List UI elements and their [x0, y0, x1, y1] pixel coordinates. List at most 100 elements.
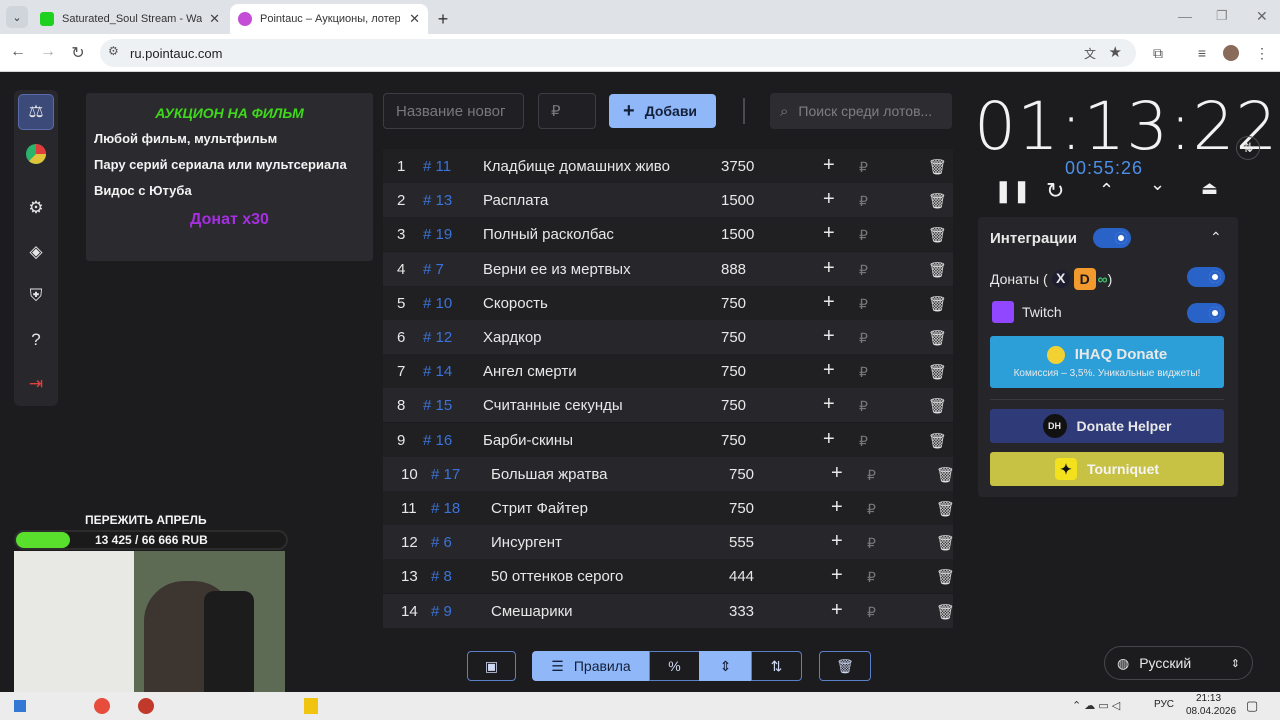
pause-icon[interactable]: ❚❚	[994, 178, 1031, 204]
lot-name[interactable]: Ангел смерти	[483, 363, 577, 380]
save-button[interactable]: ▣	[467, 651, 516, 681]
add-to-lot-icon[interactable]: +	[823, 188, 835, 211]
delete-lot-icon[interactable]: 🗑	[936, 534, 955, 552]
lot-name[interactable]: Барби-скины	[483, 432, 573, 449]
tourniquet-button[interactable]: ✦ Tourniquet	[990, 452, 1224, 486]
settings-gear-icon[interactable]: ⚙	[18, 190, 54, 226]
add-time-icon[interactable]: ⌃	[1099, 180, 1114, 201]
reading-list-icon[interactable]: ≡	[1194, 45, 1210, 61]
lot-name[interactable]: Скорость	[483, 295, 548, 312]
delete-lot-icon[interactable]: 🗑	[928, 329, 947, 347]
lot-amount-input[interactable]: ₽	[538, 93, 596, 129]
delete-lot-icon[interactable]: 🗑	[928, 192, 947, 210]
add-to-lot-icon[interactable]: +	[831, 599, 843, 622]
clock-time[interactable]: 21:13	[1196, 693, 1221, 704]
lot-name[interactable]: Смешарики	[491, 603, 573, 620]
language-select[interactable]: ◍ Русский ⇕	[1104, 646, 1253, 680]
wheel-pie-icon[interactable]	[18, 136, 54, 172]
donate-helper-button[interactable]: DH Donate Helper	[990, 409, 1224, 443]
add-to-lot-icon[interactable]: +	[831, 564, 843, 587]
donations-toggle[interactable]	[1187, 267, 1225, 287]
delete-lot-icon[interactable]: 🗑	[928, 261, 947, 279]
help-icon[interactable]: ?	[18, 322, 54, 358]
extensions-icon[interactable]: ⧉	[1150, 45, 1166, 61]
swap-icon[interactable]: ⇅	[1236, 136, 1260, 160]
lot-name[interactable]: Считанные секунды	[483, 397, 623, 414]
browser-tab-1[interactable]: Saturated_Soul Stream - Watch ✕	[32, 4, 228, 34]
lot-name[interactable]: Стрит Файтер	[491, 500, 588, 517]
compress-button[interactable]: ⇕	[699, 651, 752, 681]
delete-lot-icon[interactable]: 🗑	[936, 500, 955, 518]
forward-icon[interactable]: →	[38, 43, 58, 61]
url-field[interactable]: ⚙ ru.pointauc.com 文 ★	[100, 39, 1136, 67]
opera-taskbar-icon[interactable]	[138, 698, 154, 714]
layers-icon[interactable]: ◈	[18, 234, 54, 270]
add-to-lot-icon[interactable]: +	[823, 325, 835, 348]
add-to-lot-icon[interactable]: +	[823, 154, 835, 177]
lot-name-input[interactable]: Название новог	[383, 93, 524, 129]
add-to-lot-icon[interactable]: +	[823, 222, 835, 245]
close-tab-icon[interactable]: ✕	[203, 11, 220, 27]
add-lot-button[interactable]: + Добави	[609, 94, 716, 128]
logout-icon[interactable]: ⇥	[18, 366, 54, 402]
add-to-lot-icon[interactable]: +	[823, 428, 835, 451]
notifications-icon[interactable]: ▢	[1246, 698, 1258, 714]
lot-name[interactable]: Хардкор	[483, 329, 542, 346]
new-tab-button[interactable]: +	[432, 4, 454, 34]
delete-lot-icon[interactable]: 🗑	[928, 432, 947, 450]
lot-name[interactable]: 50 оттенков серого	[491, 568, 623, 585]
tab-list-button[interactable]: ⌄	[6, 6, 28, 28]
lot-name[interactable]: Кладбище домашних живо	[483, 158, 670, 175]
lot-name[interactable]: Расплата	[483, 192, 548, 209]
add-to-lot-icon[interactable]: +	[831, 496, 843, 519]
add-to-lot-icon[interactable]: +	[831, 530, 843, 553]
delete-lot-icon[interactable]: 🗑	[936, 603, 955, 621]
lot-name[interactable]: Инсургент	[491, 534, 562, 551]
profile-avatar[interactable]	[1223, 45, 1239, 61]
delete-lot-icon[interactable]: 🗑	[936, 568, 955, 586]
restore-icon[interactable]: ❐	[1216, 8, 1228, 24]
percent-button[interactable]: %	[649, 651, 700, 681]
add-to-lot-icon[interactable]: +	[823, 393, 835, 416]
delete-lot-icon[interactable]: 🗑	[928, 363, 947, 381]
delete-lot-icon[interactable]: 🗑	[928, 295, 947, 313]
lot-name[interactable]: Верни ее из мертвых	[483, 261, 631, 278]
twitch-toggle[interactable]	[1187, 303, 1225, 323]
chrome-taskbar-icon[interactable]	[94, 698, 110, 714]
rules-button[interactable]: ☰ Правила	[532, 651, 650, 681]
clear-all-button[interactable]: 🗑	[819, 651, 871, 681]
site-info-icon[interactable]: ⚙	[108, 44, 119, 58]
close-window-icon[interactable]: ✕	[1256, 8, 1268, 25]
delete-lot-icon[interactable]: 🗑	[928, 158, 947, 176]
ihaq-donate-button[interactable]: IHAQ Donate Комиссия – 3,5%. Уникальные …	[990, 336, 1224, 388]
collapse-icon[interactable]: ⌃	[1210, 229, 1222, 246]
add-to-lot-icon[interactable]: +	[823, 291, 835, 314]
translate-icon[interactable]: 文	[1084, 45, 1096, 62]
start-icon[interactable]	[14, 700, 26, 712]
auction-gavel-icon[interactable]: ⚖	[18, 94, 54, 130]
lot-search-input[interactable]: ⌕ Поиск среди лотов...	[770, 93, 952, 129]
app-taskbar-icon[interactable]	[304, 698, 318, 714]
keyboard-language[interactable]: РУС	[1154, 699, 1174, 710]
menu-icon[interactable]: ⋮	[1254, 45, 1270, 61]
sort-button[interactable]: ⇅	[751, 651, 802, 681]
close-tab-icon[interactable]: ✕	[403, 11, 420, 27]
add-to-lot-icon[interactable]: +	[831, 462, 843, 485]
back-icon[interactable]: ←	[8, 43, 28, 61]
delete-lot-icon[interactable]: 🗑	[936, 466, 955, 484]
integrations-toggle[interactable]	[1093, 228, 1131, 248]
reset-icon[interactable]: ↻	[1046, 178, 1064, 204]
lot-name[interactable]: Большая жратва	[491, 466, 608, 483]
browser-tab-2[interactable]: Pointauc – Аукционы, лотереи ✕	[230, 4, 428, 34]
minimize-icon[interactable]: —	[1178, 8, 1192, 24]
reload-icon[interactable]: ↻	[68, 43, 88, 63]
double-add-icon[interactable]: ⏏	[1201, 178, 1218, 199]
lot-name[interactable]: Полный расколбас	[483, 226, 614, 243]
shield-check-icon[interactable]: ⛨	[18, 278, 54, 314]
delete-lot-icon[interactable]: 🗑	[928, 226, 947, 244]
clock-date[interactable]: 08.04.2026	[1186, 706, 1236, 717]
subtract-time-icon[interactable]: ⌄	[1150, 174, 1165, 195]
bookmark-star-icon[interactable]: ★	[1109, 43, 1122, 61]
add-to-lot-icon[interactable]: +	[823, 359, 835, 382]
delete-lot-icon[interactable]: 🗑	[928, 397, 947, 415]
